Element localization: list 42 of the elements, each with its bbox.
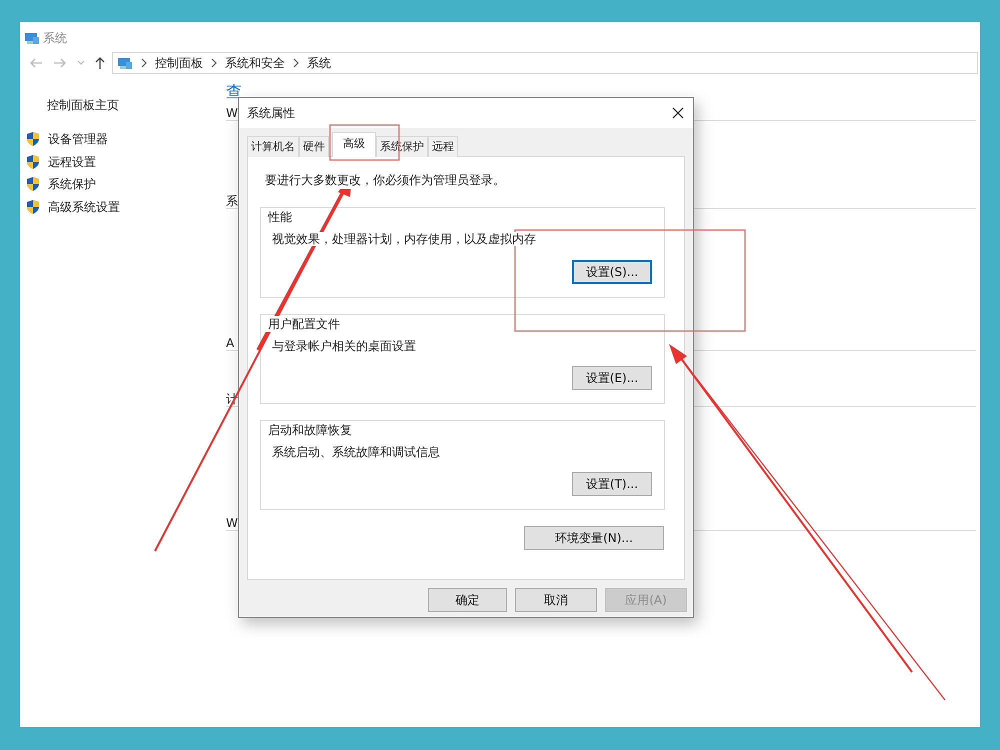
environment-variables-button[interactable]: 环境变量(N)... [524, 526, 664, 550]
group-description: 系统启动、系统故障和调试信息 [272, 445, 440, 459]
sidebar-link[interactable]: 高级系统设置 [48, 198, 120, 216]
chevron-icon [211, 58, 217, 68]
sidebar-link[interactable]: 系统保护 [48, 175, 96, 194]
settings-button[interactable]: 设置(E)... [572, 366, 652, 390]
shield-icon [26, 154, 40, 170]
back-icon [28, 56, 44, 70]
chevron-icon [141, 58, 147, 68]
sidebar-link[interactable]: 远程设置 [48, 152, 96, 171]
content-label: 系 [226, 194, 238, 208]
settings-button[interactable]: 设置(T)... [572, 472, 652, 496]
settings-button[interactable]: 设置(S)... [572, 260, 652, 284]
shield-icon [26, 198, 40, 215]
tab[interactable]: 远程 [428, 136, 458, 157]
group-description: 视觉效果，处理器计划，内存使用，以及虚拟内存 [272, 232, 536, 246]
content-label: W [226, 106, 238, 120]
forward-icon [52, 56, 68, 70]
breadcrumb-item[interactable]: 控制面板 [155, 54, 203, 72]
tab[interactable]: 硬件 [299, 136, 329, 157]
page-heading-link[interactable]: 查 [226, 83, 242, 101]
up-icon [94, 56, 106, 70]
shield-icon [26, 131, 40, 148]
computer-icon [24, 30, 39, 44]
breadcrumb-item[interactable]: 系统 [307, 54, 331, 72]
content-label: W [226, 516, 238, 530]
dialog-title: 系统属性 [247, 105, 295, 122]
group-description: 与登录帐户相关的桌面设置 [272, 339, 416, 353]
dialog-button[interactable]: 确定 [428, 588, 507, 612]
tab[interactable]: 计算机名 [247, 136, 299, 157]
dialog-button[interactable]: 取消 [515, 588, 597, 612]
window-title: 系统 [43, 30, 67, 46]
shield-icon [26, 176, 40, 192]
sidebar-link[interactable]: 控制面板主页 [20, 96, 220, 114]
tab[interactable]: 高级 [332, 132, 376, 157]
computer-icon [117, 56, 133, 70]
group-title: 用户配置文件 [265, 316, 343, 332]
breadcrumb-item[interactable]: 系统和安全 [225, 54, 285, 72]
content-label: A [226, 336, 234, 350]
sidebar-link[interactable]: 设备管理器 [48, 130, 108, 148]
group-title: 性能 [265, 209, 295, 225]
chevron-icon [293, 58, 299, 68]
